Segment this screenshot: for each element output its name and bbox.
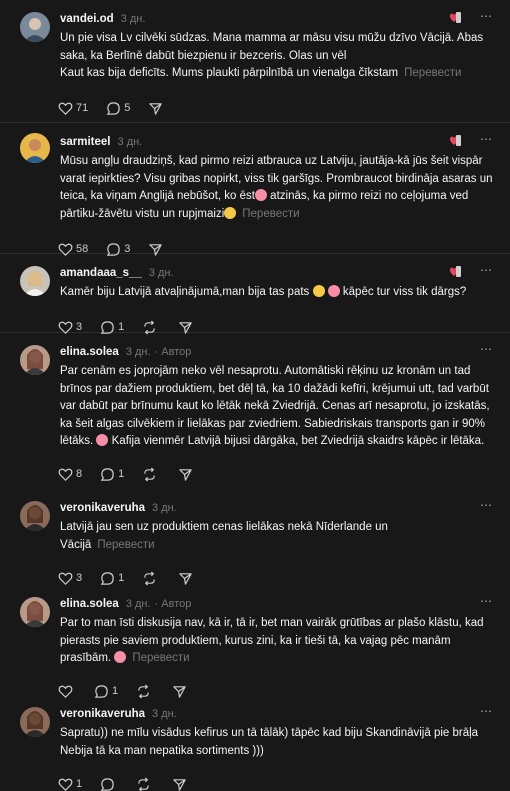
more-options-icon[interactable]: ⋯	[480, 595, 496, 611]
post: vandei.od 3 дн. ⋯ Un pie visa Lv cilvēki…	[0, 0, 510, 123]
heart-icon	[58, 102, 73, 115]
comment-count: 1	[118, 571, 125, 584]
post: amandaaa_s__ 3 дн. ⋯ Kamēr biju Latvijā …	[0, 254, 510, 335]
username[interactable]: elina.solea	[60, 596, 119, 613]
more-options-icon[interactable]: ⋯	[480, 10, 496, 26]
translate-link[interactable]: Перевести	[97, 539, 154, 551]
comment-count: 1	[118, 468, 125, 480]
post-text: Latvijā jau sen uz produktiem cenas liel…	[60, 521, 388, 551]
comment-icon	[107, 102, 120, 115]
laughing-face-emoji	[114, 651, 127, 663]
author-badge: · Автор	[154, 597, 192, 610]
send-icon	[173, 778, 186, 791]
more-options-icon[interactable]: ⋯	[480, 264, 496, 280]
more-options-icon[interactable]: ⋯	[480, 705, 496, 721]
shocked-face-emoji	[312, 285, 325, 297]
timestamp: 3 дн.	[125, 345, 151, 358]
send-icon	[149, 103, 163, 115]
translate-link[interactable]: Перевести	[132, 652, 189, 664]
username[interactable]: veronikaveruha	[60, 706, 145, 723]
thread-feed: vandei.od 3 дн. ⋯ Un pie visa Lv cilvēki…	[0, 0, 510, 791]
share-button[interactable]	[178, 467, 196, 482]
post-text: Mūsu angļu draudziņš, kad pirmo reizi at…	[60, 155, 496, 220]
avatar[interactable]	[20, 707, 50, 737]
more-options-icon[interactable]: ⋯	[480, 133, 496, 149]
share-button[interactable]	[148, 101, 166, 116]
heart-icon	[58, 778, 73, 791]
author-badge: · Автор	[154, 345, 192, 358]
more-options-icon[interactable]: ⋯	[480, 499, 496, 515]
avatar[interactable]	[20, 266, 50, 296]
translate-link[interactable]: Перевести	[242, 208, 299, 220]
crying-face-emoji	[254, 189, 267, 201]
heart-badge-icon	[444, 264, 464, 280]
like-count: 71	[76, 102, 89, 114]
timestamp: 3 дн.	[125, 597, 151, 610]
comment-icon	[100, 777, 114, 791]
comment-icon	[100, 571, 114, 585]
laughing-face-emoji	[327, 285, 340, 297]
comment-count: 5	[124, 102, 131, 114]
send-icon	[179, 469, 192, 481]
repost-icon	[138, 777, 149, 791]
heart-icon	[58, 572, 73, 585]
like-button[interactable]: 8	[58, 466, 82, 483]
like-count: 8	[76, 468, 83, 480]
comment-button[interactable]: 1	[100, 570, 124, 587]
repost-icon	[144, 467, 156, 482]
post: veronikaveruha 3 дн. ⋯ Latvijā jau sen u…	[0, 489, 510, 585]
username[interactable]: vandei.od	[60, 11, 114, 28]
post-text: Sapratu)) ne mīlu visādus kefirus un tā …	[60, 727, 479, 757]
username[interactable]: amandaaa_s__	[60, 265, 142, 282]
username[interactable]: veronikaveruha	[60, 500, 145, 517]
repost-button[interactable]	[142, 571, 160, 586]
repost-button[interactable]	[136, 777, 154, 791]
avatar[interactable]	[20, 501, 50, 531]
post-text: Par cenām es joprojām neko vēl nesaprotu…	[60, 365, 493, 447]
avatar[interactable]	[20, 133, 50, 163]
laughing-face-emoji	[224, 206, 237, 219]
share-button[interactable]	[172, 777, 190, 791]
post: sarmiteel 3 дн. ⋯ Mūsu angļu draudziņš, …	[0, 123, 510, 256]
timestamp: 3 дн.	[148, 266, 174, 279]
comment-button[interactable]: 1	[100, 466, 124, 483]
heart-icon	[58, 468, 73, 481]
like-button[interactable]: 71	[58, 100, 88, 117]
avatar[interactable]	[20, 345, 50, 375]
repost-button[interactable]	[142, 467, 160, 482]
comment-button[interactable]	[100, 777, 118, 791]
avatar[interactable]	[20, 12, 50, 42]
send-icon	[179, 572, 192, 585]
post-text: Kamēr biju Latvijā atvaļinājumā,man bija…	[60, 285, 467, 298]
like-count: 1	[76, 777, 83, 790]
timestamp: 3 дн.	[152, 501, 177, 514]
translate-link[interactable]: Перевести	[404, 67, 461, 79]
heart-badge-icon	[444, 133, 464, 149]
laughing-face-emoji	[96, 434, 109, 446]
more-options-icon[interactable]: ⋯	[480, 343, 496, 359]
post-text: Un pie visa Lv cilvēki sūdzas. Mana mamm…	[60, 32, 484, 79]
username[interactable]: elina.solea	[60, 344, 119, 361]
timestamp: 3 дн.	[152, 707, 177, 720]
heart-badge-icon	[444, 10, 464, 26]
like-button[interactable]: 3	[58, 570, 82, 587]
post-text: Par to man īsti diskusija nav, kā ir, tā…	[60, 617, 487, 664]
repost-icon	[144, 571, 156, 585]
avatar[interactable]	[20, 597, 50, 627]
like-count: 3	[76, 571, 83, 584]
post: elina.solea 3 дн. · Автор ⋯ Par cenām es…	[0, 333, 510, 489]
like-button[interactable]: 1	[58, 776, 82, 791]
username[interactable]: sarmiteel	[60, 134, 111, 151]
post: elina.solea 3 дн. · Автор ⋯ Par to man ī…	[0, 585, 510, 699]
share-button[interactable]	[178, 571, 196, 586]
timestamp: 3 дн.	[117, 135, 143, 148]
timestamp: 3 дн.	[120, 12, 146, 25]
comment-icon	[100, 468, 114, 481]
comment-button[interactable]: 5	[106, 100, 130, 117]
post: veronikaveruha 3 дн. ⋯ Sapratu)) ne mīlu…	[0, 695, 510, 791]
